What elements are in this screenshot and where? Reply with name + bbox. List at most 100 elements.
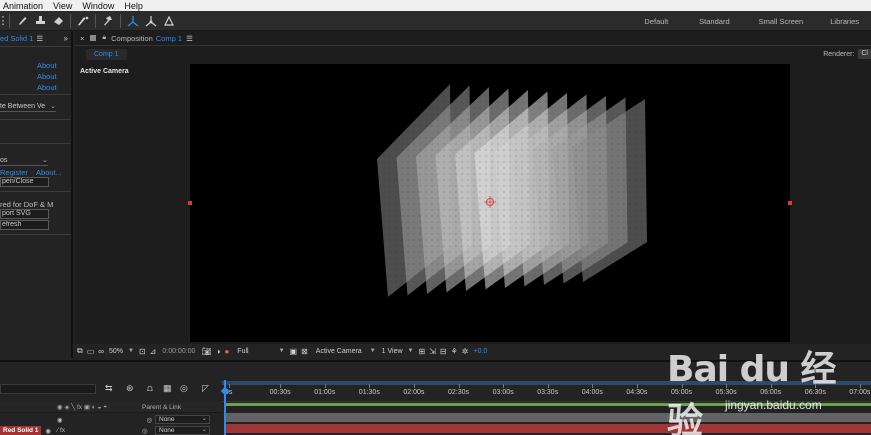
menu-view[interactable]: View [48, 1, 77, 11]
ruler-tick: 03:30s [537, 384, 559, 396]
parent-dropdown[interactable]: None [155, 426, 210, 435]
lock-icon[interactable]: 🔒︎ [102, 34, 106, 42]
view-layout-dropdown[interactable]: 1 View ▼ [382, 348, 414, 355]
menu-help[interactable]: Help [119, 1, 148, 11]
current-time[interactable]: 0:00:00:00 [162, 348, 195, 355]
eraser-icon[interactable] [49, 13, 67, 29]
composition-subheader: Comp 1 Renderer: Cl [75, 46, 871, 62]
exposure-reset-icon[interactable]: ✲ [462, 347, 469, 356]
close-icon[interactable]: × [80, 34, 84, 43]
layer-columns-header: ◉ ◈ ╲ fx ▣ ◐ ◒ ◓ Parent & Link [0, 402, 222, 413]
puppet-pin-icon[interactable] [99, 13, 117, 29]
ruler-tick: 00:30s [269, 384, 291, 396]
visibility-icon[interactable]: ◉ [57, 416, 63, 424]
always-preview-icon[interactable]: ⧉ [77, 346, 83, 356]
motion-blur-icon[interactable]: ◎ [180, 383, 188, 394]
draft-3d-toggle-icon[interactable]: ⊛ [126, 383, 134, 394]
transparency-grid-icon[interactable]: ⊠ [301, 347, 308, 356]
av-features-icon: ◉ ◈ ╲ fx ▣ ◐ ◒ ◓ [57, 404, 108, 411]
about-link-3[interactable]: About [37, 83, 57, 92]
panel-overflow-icon[interactable]: » [64, 34, 68, 43]
watermark-logo: Bai du 经验 [667, 349, 837, 435]
renderer-control: Renderer: Cl [823, 46, 871, 62]
roto-brush-icon[interactable] [74, 13, 92, 29]
register-link[interactable]: Register [0, 168, 28, 177]
flowchart-icon[interactable]: ⚘ [451, 347, 458, 356]
monitor-icon[interactable]: ▭ [87, 347, 95, 356]
clone-stamp-icon[interactable] [31, 13, 49, 29]
parent-pick-whip-icon[interactable]: ◎ [147, 416, 153, 424]
workspace-libraries[interactable]: Libraries [830, 17, 859, 26]
3d-view-dropdown[interactable]: Active Camera ▼ [316, 348, 376, 355]
ruler-tick: 02:00s [403, 384, 425, 396]
resolution-dropdown[interactable]: Full ▼ [237, 348, 284, 355]
right-edge-marker [788, 201, 792, 205]
plane-stack [377, 84, 647, 297]
layer-search-input[interactable] [0, 384, 96, 394]
parent-pick-whip-icon[interactable]: ◎ [142, 427, 148, 435]
layer-row[interactable]: Red Solid 1 ◉ ∕ fx ◎ None [0, 425, 222, 435]
draft-3d-icon[interactable]: ⊟ [440, 347, 447, 356]
open-close-button[interactable]: pen/Close [0, 177, 49, 187]
workspace-switcher: Default Standard Small Screen Libraries [644, 11, 871, 31]
frame-blending-icon[interactable]: ▦ [163, 383, 172, 394]
visibility-icon[interactable]: ◉ [45, 427, 51, 435]
about-link-2[interactable]: About [37, 72, 57, 81]
export-svg-button[interactable]: port SVG [0, 209, 49, 219]
active-camera-label: Active Camera [80, 68, 129, 75]
local-axis-icon[interactable] [124, 13, 142, 29]
fast-previews-icon[interactable]: ⇲ [429, 347, 436, 356]
layer-name[interactable]: Red Solid 1 [0, 425, 42, 435]
switches-icon[interactable]: ∕ fx [57, 427, 65, 434]
world-axis-icon[interactable] [142, 13, 160, 29]
panel-menu-icon[interactable]: ☰ [36, 34, 43, 43]
refresh-button[interactable]: efresh [0, 220, 49, 230]
toolbar-divider [95, 13, 96, 28]
panel-menu-icon[interactable]: ☰ [186, 34, 193, 43]
fit-icon[interactable]: ⊡ [139, 347, 146, 356]
interpolate-dropdown[interactable]: te Between Ve ⌄ [0, 102, 56, 112]
shy-layers-icon[interactable]: ⩍ [147, 383, 153, 394]
workspace-default[interactable]: Default [644, 17, 668, 26]
ruler-tick: 02:30s [448, 384, 470, 396]
composition-panel-header: × 🔒︎ Composition Comp 1 ☰ [75, 31, 871, 46]
workspace-standard[interactable]: Standard [699, 17, 729, 26]
comp-navigator-tab[interactable]: Comp 1 [86, 48, 127, 60]
renderer-value[interactable]: Cl [858, 49, 871, 59]
tools-toolbar: ⋮ Default Standard Small Screen Librarie… [0, 11, 871, 31]
snapshot-icon[interactable]: 📷︎ [201, 347, 211, 356]
ruler-tick: 01:30s [358, 384, 380, 396]
divider [0, 191, 71, 192]
graph-editor-icon[interactable]: ◸ [202, 383, 209, 394]
view-axis-icon[interactable] [160, 13, 178, 29]
toolbar-divider [120, 13, 121, 28]
composition-canvas[interactable] [190, 64, 790, 342]
composition-name[interactable]: Comp 1 [156, 34, 182, 43]
about-link-1[interactable]: About [37, 61, 57, 70]
workspace-small-screen[interactable]: Small Screen [759, 17, 804, 26]
left-edge-marker [188, 201, 192, 205]
layer-row[interactable]: ◉ ◎ None [0, 414, 222, 425]
parent-dropdown[interactable]: None [155, 415, 210, 424]
region-of-interest-icon[interactable]: ▣ [290, 347, 298, 356]
menu-window[interactable]: Window [77, 1, 119, 11]
ruler-tick: 03:00s [492, 384, 514, 396]
menu-animation[interactable]: Animation [0, 1, 48, 11]
toolbar-divider [70, 13, 71, 28]
color-channel-icon[interactable]: ● [224, 347, 229, 356]
zoom-dropdown[interactable]: 50% ▼ [109, 348, 134, 355]
toggle-pixel-aspect-icon[interactable]: ⊞ [419, 347, 426, 356]
mode-dropdown[interactable]: os ⌄ [0, 156, 48, 166]
divider [0, 143, 71, 144]
menu-bar: Animation View Window Help [0, 0, 871, 11]
mask-visibility-icon[interactable]: ∞ [98, 347, 104, 356]
safe-zones-icon[interactable]: ⊿ [150, 347, 157, 356]
panel-tab-label[interactable]: ed Solid 1 [0, 34, 33, 43]
about-link-4[interactable]: About... [36, 168, 62, 177]
comp-mini-flowchart-icon[interactable]: ⇆ [105, 383, 113, 394]
exposure-value[interactable]: +0.0 [473, 348, 487, 355]
effect-controls-panel: ed Solid 1 ☰ » About About About te Betw… [0, 31, 73, 358]
show-snapshot-icon[interactable]: ◑ [216, 347, 221, 356]
renderer-label: Renderer: [823, 50, 855, 58]
brush-icon[interactable] [13, 13, 31, 29]
